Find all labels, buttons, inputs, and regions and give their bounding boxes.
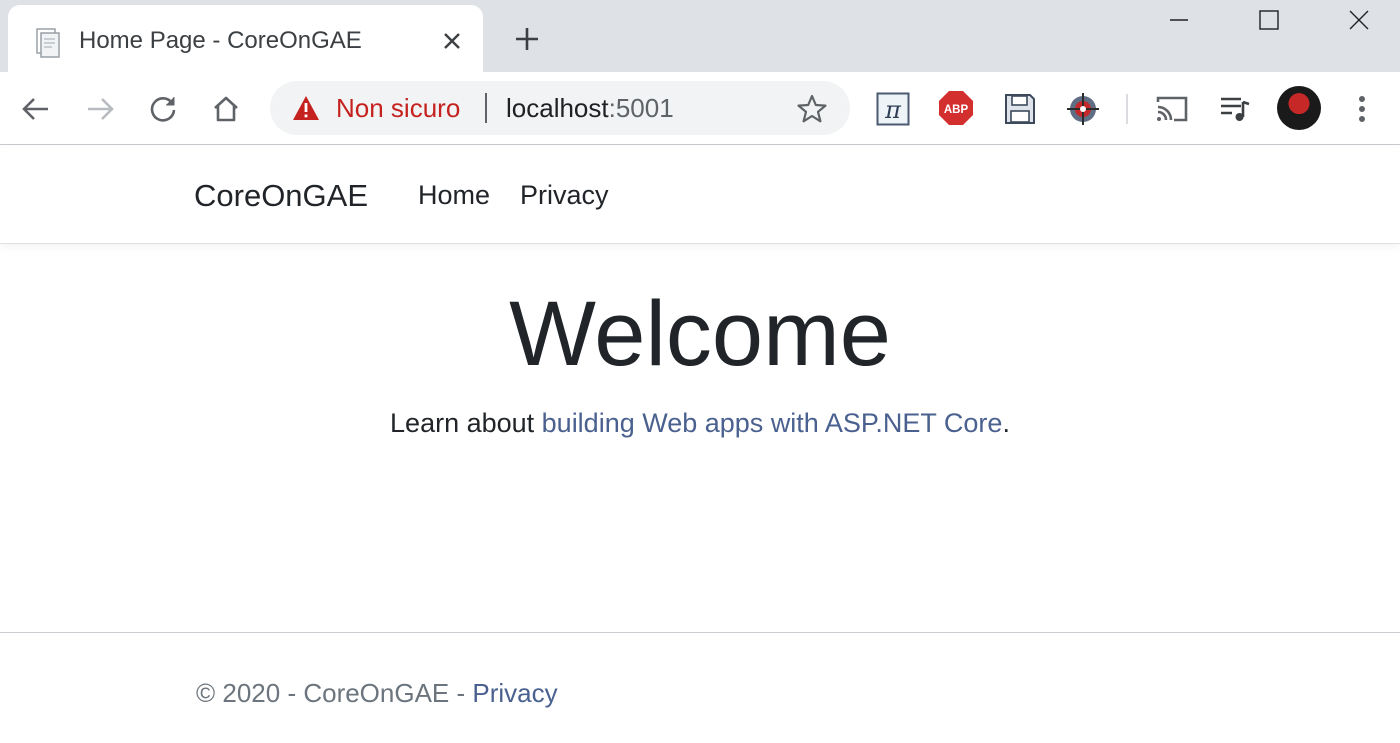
lead-paragraph: Learn about building Web apps with ASP.N… [0, 408, 1400, 439]
footer-privacy-link[interactable]: Privacy [472, 678, 557, 708]
navbar-brand[interactable]: CoreOnGAE [194, 178, 368, 214]
security-status[interactable]: Non sicuro [336, 93, 460, 124]
docs-link[interactable]: building Web apps with ASP.NET Core [542, 408, 1003, 438]
adblock-icon[interactable]: ABP [938, 90, 974, 126]
star-icon[interactable] [796, 93, 828, 125]
arrow-right-icon[interactable] [81, 90, 119, 128]
adblock-label: ABP [944, 104, 969, 116]
media-queue-icon[interactable] [1216, 90, 1254, 128]
warning-icon[interactable] [292, 95, 320, 121]
save-icon[interactable] [1001, 90, 1039, 128]
title-bar: Home Page - CoreOnGAE [0, 0, 1400, 72]
nav-link-home[interactable]: Home [418, 180, 490, 211]
omnibox-divider [485, 93, 487, 123]
window-close-icon[interactable] [1314, 0, 1400, 40]
close-icon[interactable] [438, 27, 466, 55]
site-navbar: CoreOnGAE Home Privacy [0, 146, 1400, 244]
footer-divider [0, 632, 1400, 633]
cast-icon[interactable] [1153, 90, 1191, 128]
kebab-menu-icon[interactable] [1343, 90, 1381, 128]
pi-icon[interactable]: π [874, 90, 912, 128]
home-icon[interactable] [207, 90, 245, 128]
url-port: :5001 [608, 93, 674, 123]
url-host: localhost [506, 93, 609, 123]
lead-text: Learn about [390, 408, 542, 438]
svg-text:π: π [884, 96, 902, 124]
page-title: Welcome [509, 283, 891, 385]
address-bar[interactable]: Non sicuro localhost:5001 [270, 81, 850, 135]
reload-icon[interactable] [144, 90, 182, 128]
maximize-icon[interactable] [1224, 0, 1314, 40]
target-icon[interactable] [1064, 90, 1102, 128]
footer-copyright: © 2020 - CoreOnGAE - [196, 678, 473, 708]
toolbar-divider [1126, 94, 1128, 124]
lead-end: . [1002, 408, 1010, 438]
arrow-left-icon[interactable] [17, 90, 55, 128]
tab-title: Home Page - CoreOnGAE [79, 27, 362, 54]
document-icon [34, 27, 62, 59]
browser-toolbar: Non sicuro localhost:5001 π ABP [0, 72, 1400, 145]
footer: © 2020 - CoreOnGAE - Privacy [196, 678, 558, 709]
url-text[interactable]: localhost:5001 [506, 93, 674, 124]
browser-tab[interactable]: Home Page - CoreOnGAE [8, 5, 483, 72]
nav-link-privacy[interactable]: Privacy [520, 180, 609, 211]
plus-icon[interactable] [510, 22, 544, 56]
avatar[interactable] [1277, 86, 1321, 130]
minimize-icon[interactable] [1134, 0, 1224, 40]
